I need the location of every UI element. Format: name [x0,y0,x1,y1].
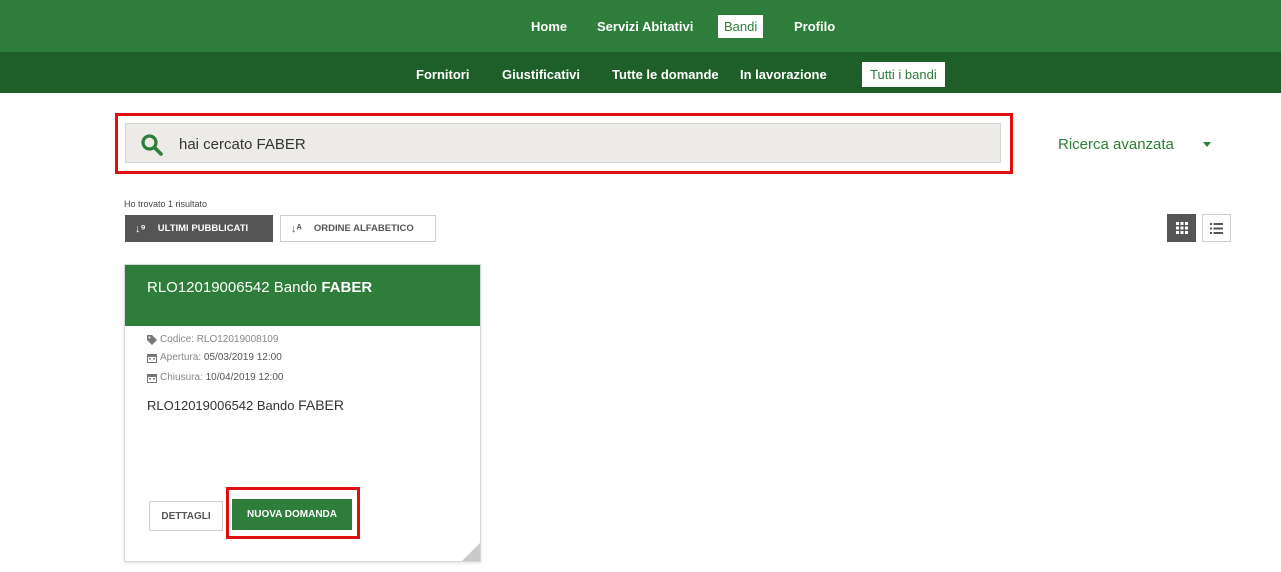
subnav-giustificativi[interactable]: Giustificativi [502,67,580,82]
bando-card: RLO12019006542 Bando FABER Codice: RLO12… [124,264,481,562]
sort-alpha-label: ORDINE ALFABETICO [313,223,414,234]
nav-servizi-abitativi[interactable]: Servizi Abitativi [597,19,693,34]
tag-icon [147,334,157,345]
sort-latest-button[interactable]: ↓⁹ ULTIMI PUBBLICATI [125,215,273,242]
subnav-fornitori[interactable]: Fornitori [416,67,469,82]
sort-latest-label: ULTIMI PUBBLICATI [157,223,249,234]
details-button[interactable]: DETTAGLI [149,501,223,531]
list-view-button[interactable] [1202,214,1231,242]
nav-profilo[interactable]: Profilo [794,19,835,34]
grid-view-button[interactable] [1167,214,1196,242]
subnav-in-lavorazione[interactable]: In lavorazione [740,67,827,82]
page-fold-corner [462,543,480,561]
card-header[interactable]: RLO12019006542 Bando FABER [125,265,480,326]
calendar-icon [147,353,157,363]
grid-icon [1175,222,1188,234]
chevron-down-icon[interactable] [1203,142,1211,147]
calendar-icon [147,373,157,383]
new-application-highlight-box [226,487,360,539]
sort-alpha-icon: ↓ᴬ [291,222,302,235]
sub-navbar: Fornitori Giustificativi Tutte le domand… [0,52,1281,93]
card-description: RLO12019006542 Bando FABER [147,397,344,413]
result-count: Ho trovato 1 risultato [124,199,208,209]
advanced-search-link[interactable]: Ricerca avanzata [1058,136,1174,153]
search-highlight-box [115,113,1013,174]
list-icon [1210,222,1223,234]
subnav-tutti-i-bandi[interactable]: Tutti i bandi [862,62,945,87]
card-apertura: Apertura: 05/03/2019 12:00 [147,352,282,363]
subnav-tutte-le-domande[interactable]: Tutte le domande [612,67,719,82]
nav-home[interactable]: Home [531,19,567,34]
card-codice: Codice: RLO12019008109 [147,334,278,345]
sort-desc-icon: ↓⁹ [135,222,146,235]
main-navbar: Home Servizi Abitativi Bandi Profilo [0,0,1281,52]
card-chiusura: Chiusura: 10/04/2019 12:00 [147,372,283,383]
card-title[interactable]: RLO12019006542 Bando FABER [147,279,372,296]
sort-alpha-button[interactable]: ↓ᴬ ORDINE ALFABETICO [280,215,436,242]
nav-bandi[interactable]: Bandi [718,15,764,38]
